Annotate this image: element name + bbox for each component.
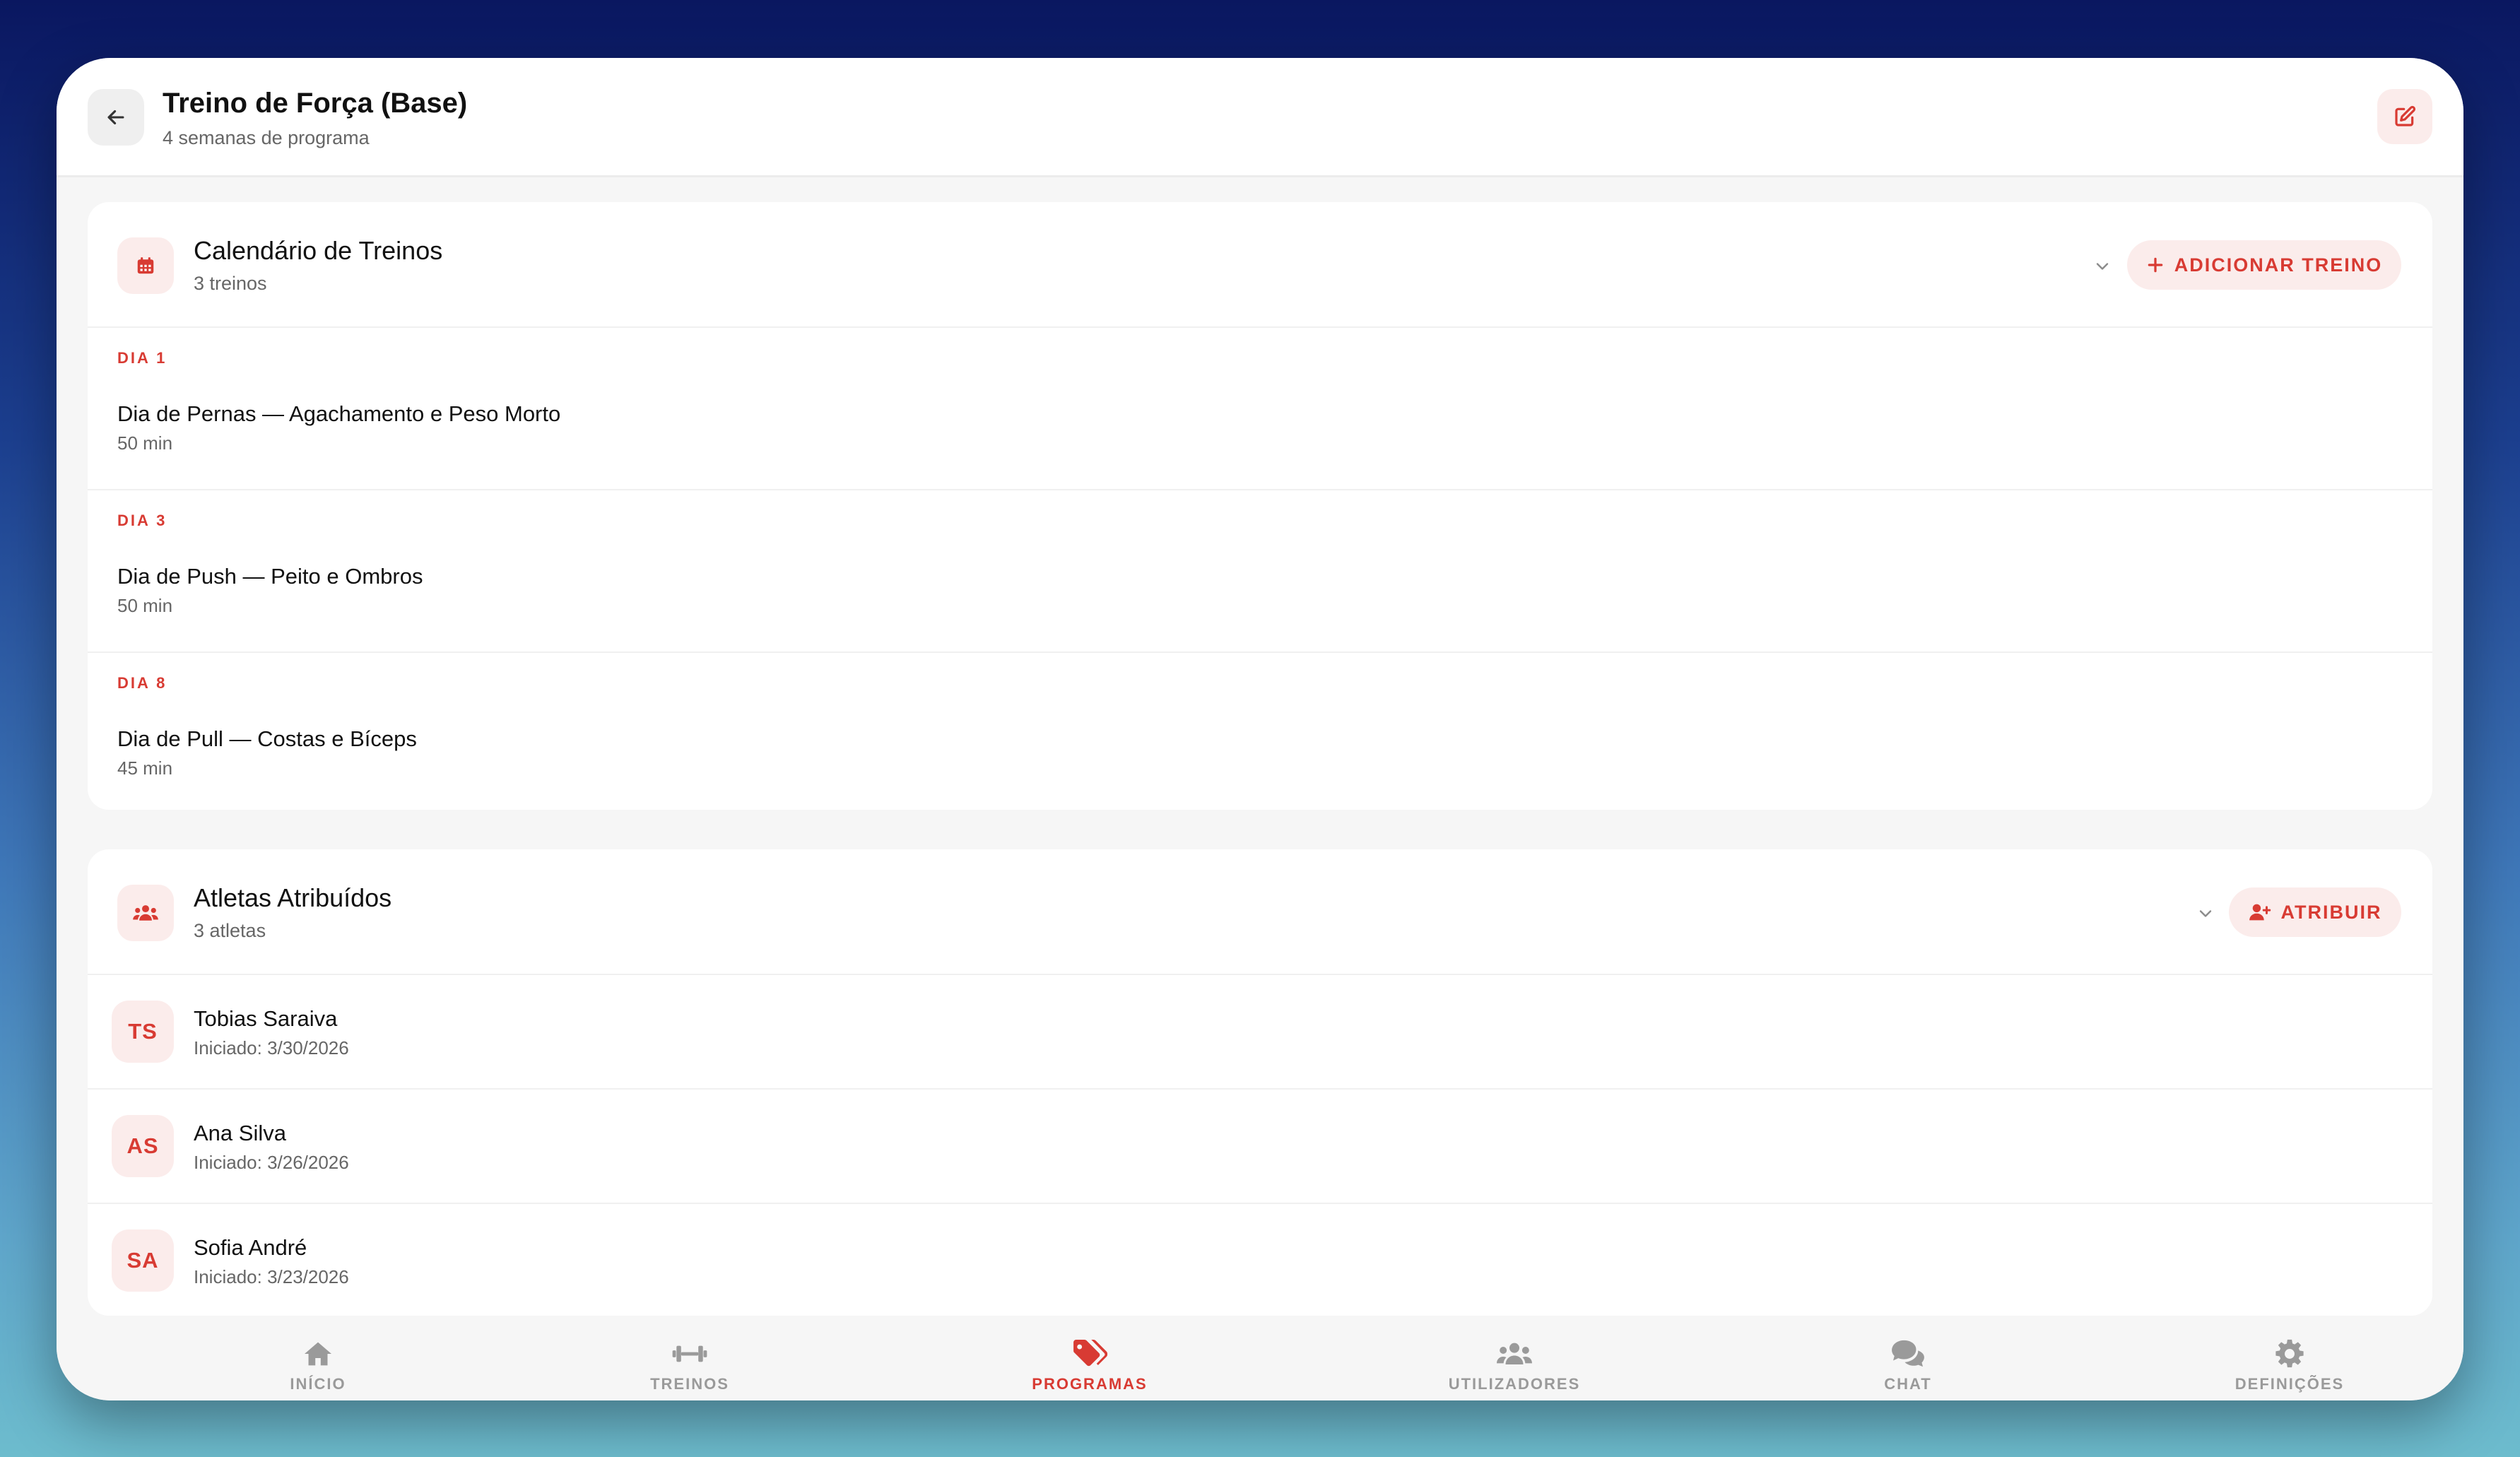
athlete-name: Ana Silva (194, 1121, 286, 1145)
workout-calendar-header[interactable]: Calendário de Treinos 3 treinos ADICIONA… (88, 202, 2432, 328)
top-header: Treino de Força (Base) 4 semanas de prog… (57, 58, 2463, 177)
edit-button[interactable] (2377, 89, 2432, 144)
avatar: TS (112, 1001, 174, 1063)
nav-item-treinos[interactable]: TREINOS (598, 1338, 782, 1393)
nav-label: TREINOS (650, 1375, 729, 1393)
gear-icon (2274, 1338, 2305, 1369)
nav-label: CHAT (1884, 1375, 1932, 1393)
nav-label: PROGRAMAS (1032, 1375, 1148, 1393)
workout-item[interactable]: DIA 1 Dia de Pernas — Agachamento e Peso… (88, 328, 2432, 490)
workout-duration: 45 min (117, 757, 173, 779)
workout-item[interactable]: DIA 3 Dia de Push — Peito e Ombros 50 mi… (88, 490, 2432, 653)
workout-calendar-card: Calendário de Treinos 3 treinos ADICIONA… (88, 202, 2432, 810)
dumbbell-icon (671, 1338, 708, 1369)
assign-athlete-button[interactable]: ATRIBUIR (2229, 887, 2401, 937)
athlete-row[interactable]: AS Ana Silva Iniciado: 3/26/2026 (88, 1090, 2432, 1204)
athlete-row[interactable]: TS Tobias Saraiva Iniciado: 3/30/2026 (88, 975, 2432, 1090)
chat-icon (1890, 1338, 1926, 1369)
workout-calendar-title: Calendário de Treinos (194, 236, 443, 265)
nav-label: DEFINIÇÕES (2235, 1375, 2345, 1393)
add-workout-button[interactable]: ADICIONAR TREINO (2127, 240, 2401, 290)
athlete-name: Sofia André (194, 1235, 307, 1260)
edit-icon (2395, 105, 2416, 126)
nav-item-definicoes[interactable]: DEFINIÇÕES (2198, 1338, 2381, 1393)
page-subtitle: 4 semanas de programa (163, 127, 370, 148)
workout-day: DIA 8 (117, 674, 167, 692)
arrow-left-icon (107, 110, 124, 125)
nav-item-chat[interactable]: CHAT (1816, 1338, 2000, 1393)
workout-name: Dia de Pernas — Agachamento e Peso Morto (117, 401, 561, 426)
nav-item-programas[interactable]: PROGRAMAS (998, 1338, 1182, 1393)
nav-item-utilizadores[interactable]: UTILIZADORES (1423, 1338, 1606, 1393)
chevron-down-icon[interactable] (2195, 903, 2216, 924)
workout-name: Dia de Push — Peito e Ombros (117, 564, 423, 589)
assigned-athletes-header[interactable]: Atletas Atribuídos 3 atletas ATRIBUIR (88, 849, 2432, 975)
user-plus-icon (2249, 904, 2271, 921)
add-workout-label: ADICIONAR TREINO (2174, 254, 2383, 276)
workout-name: Dia de Pull — Costas e Bíceps (117, 726, 417, 751)
workout-day: DIA 1 (117, 349, 167, 367)
home-icon (303, 1338, 333, 1369)
chevron-down-icon[interactable] (2092, 256, 2113, 277)
workout-item[interactable]: DIA 8 Dia de Pull — Costas e Bíceps 45 m… (88, 653, 2432, 810)
nav-label: UTILIZADORES (1448, 1375, 1581, 1393)
avatar: AS (112, 1115, 174, 1177)
bottom-nav: INÍCIO TREINOS PROGRAMAS UTILIZADORES CH… (57, 1323, 2463, 1400)
tags-icon (1072, 1338, 1107, 1369)
users-icon (1495, 1338, 1533, 1369)
page-title: Treino de Força (Base) (163, 88, 468, 119)
app-window: Treino de Força (Base) 4 semanas de prog… (57, 58, 2463, 1400)
assigned-athletes-card: Atletas Atribuídos 3 atletas ATRIBUIR TS… (88, 849, 2432, 1316)
avatar: SA (112, 1229, 174, 1292)
users-icon (117, 885, 174, 941)
assigned-athletes-count: 3 atletas (194, 920, 266, 941)
workout-day: DIA 3 (117, 512, 167, 529)
athlete-name: Tobias Saraiva (194, 1006, 338, 1031)
back-button[interactable] (88, 89, 144, 146)
athlete-row[interactable]: SA Sofia André Iniciado: 3/23/2026 (88, 1204, 2432, 1316)
workout-calendar-count: 3 treinos (194, 273, 267, 294)
athlete-start-date: Iniciado: 3/26/2026 (194, 1152, 349, 1173)
athlete-start-date: Iniciado: 3/23/2026 (194, 1266, 349, 1287)
workout-duration: 50 min (117, 432, 173, 454)
workout-duration: 50 min (117, 595, 173, 616)
athlete-start-date: Iniciado: 3/30/2026 (194, 1037, 349, 1058)
plus-icon (2148, 257, 2163, 273)
calendar-icon (117, 237, 174, 294)
nav-item-inicio[interactable]: INÍCIO (226, 1338, 410, 1393)
assigned-athletes-title: Atletas Atribuídos (194, 883, 392, 912)
assign-athlete-label: ATRIBUIR (2280, 901, 2382, 923)
nav-label: INÍCIO (290, 1375, 346, 1393)
